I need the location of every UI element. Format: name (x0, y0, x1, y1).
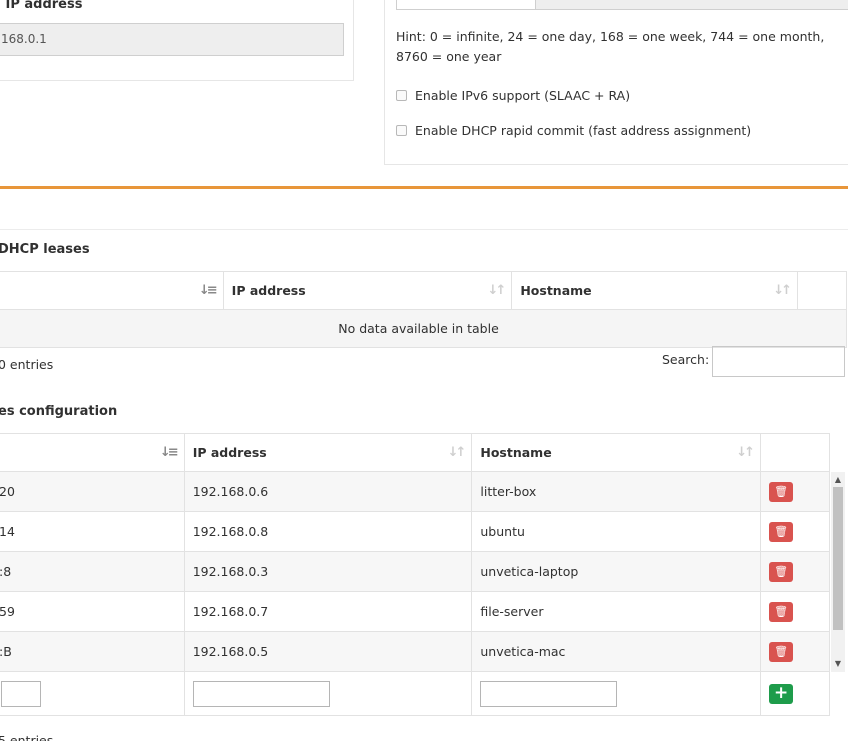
trash-icon: 🗑 (774, 604, 789, 618)
table-row: 14 192.168.0.8 ubuntu 🗑 (0, 511, 830, 552)
mac-cell: 20 (0, 471, 185, 512)
leases-col-hostname[interactable]: Hostname ↓↑ (511, 271, 799, 310)
ip-cell: 192.168.0.3 (183, 551, 473, 592)
rapid-commit-row[interactable]: Enable DHCP rapid commit (fast address a… (396, 123, 751, 138)
sort-icon: ↓↑ (487, 283, 507, 298)
sort-icon: ↓↑ (736, 445, 755, 460)
lease-time-select[interactable] (396, 0, 848, 10)
static-col-hostname[interactable]: Hostname ↓↑ (471, 433, 762, 472)
ip-cell: 192.168.0.5 (183, 631, 473, 672)
static-leases-info: 5 entries (0, 733, 54, 741)
mac-cell: :8 (0, 551, 185, 592)
table-row: :B 192.168.0.5 unvetica-mac 🗑 (0, 631, 830, 672)
delete-button[interactable]: 🗑 (769, 601, 794, 622)
new-hostname-input[interactable] (480, 680, 618, 707)
section-divider-thin (0, 229, 848, 230)
hostname-cell: unvetica-laptop (471, 551, 762, 592)
leases-table: ↓≡ IP address ↓↑ Hostname ↓↑ No data ava… (0, 271, 847, 348)
trash-icon: 🗑 (774, 644, 789, 658)
delete-button[interactable]: 🗑 (769, 641, 794, 662)
hostname-cell: unvetica-mac (471, 631, 762, 672)
rapid-commit-label: Enable DHCP rapid commit (fast address a… (415, 123, 752, 138)
mac-cell: 14 (0, 511, 185, 552)
trash-icon: 🗑 (774, 524, 789, 538)
ip-address-input[interactable]: 168.0.1 (0, 23, 344, 56)
add-button[interactable]: + (769, 682, 794, 704)
leases-title: DHCP leases (0, 242, 90, 257)
sort-amount-asc-icon: ↓≡ (198, 283, 218, 298)
mac-cell: 59 (0, 591, 185, 632)
sort-icon: ↓↑ (447, 445, 467, 460)
add-row: + (0, 671, 830, 716)
scroll-up-icon[interactable]: ▲ (831, 473, 845, 487)
rapid-commit-checkbox[interactable] (396, 125, 407, 136)
ipv6-support-checkbox[interactable] (396, 90, 407, 101)
leases-col-mac[interactable]: ↓≡ (0, 271, 224, 310)
leases-col-actions (797, 271, 847, 310)
hostname-cell: ubuntu (471, 511, 762, 552)
ipv6-support-row[interactable]: Enable IPv6 support (SLAAC + RA) (396, 88, 630, 103)
sort-amount-asc-icon: ↓≡ (159, 445, 179, 460)
plus-icon: + (773, 682, 789, 703)
scroll-down-icon[interactable]: ▼ (831, 657, 845, 671)
static-col-ip[interactable]: IP address ↓↑ (183, 433, 473, 472)
static-leases-title: es configuration (0, 404, 118, 419)
leases-col-ip[interactable]: IP address ↓↑ (222, 271, 513, 310)
table-row: 20 192.168.0.6 litter-box 🗑 (0, 471, 830, 512)
dhcp-settings-panel-right (384, 0, 848, 165)
ip-cell: 192.168.0.8 (183, 511, 473, 552)
ip-cell: 192.168.0.7 (183, 591, 473, 632)
ip-cell: 192.168.0.6 (183, 471, 473, 512)
table-row: :8 192.168.0.3 unvetica-laptop 🗑 (0, 551, 830, 592)
search-input[interactable] (712, 346, 845, 377)
delete-button[interactable]: 🗑 (769, 561, 794, 582)
static-leases-table: ↓≡ IP address ↓↑ Hostname ↓↑ 20 192.168.… (0, 433, 830, 716)
leases-info: 0 entries (0, 357, 54, 372)
delete-button[interactable]: 🗑 (769, 481, 794, 502)
lease-time-hint: Hint: 0 = infinite, 24 = one day, 168 = … (396, 29, 825, 64)
ipv6-support-label: Enable IPv6 support (SLAAC + RA) (415, 88, 631, 103)
trash-icon: 🗑 (774, 564, 789, 578)
new-ip-input[interactable] (192, 680, 330, 707)
search-label: Search: (662, 352, 710, 367)
hostname-cell: litter-box (471, 471, 762, 512)
leases-empty-message: No data available in table (0, 309, 847, 348)
static-col-mac[interactable]: ↓≡ (0, 433, 185, 472)
section-divider (0, 186, 848, 189)
table-scrollbar-thumb[interactable] (833, 487, 843, 630)
new-mac-input[interactable] (1, 680, 41, 707)
ip-address-label: ) IP address (0, 0, 83, 12)
static-col-actions (760, 433, 830, 472)
table-row: 59 192.168.0.7 file-server 🗑 (0, 591, 830, 632)
delete-button[interactable]: 🗑 (769, 521, 794, 542)
sort-icon: ↓↑ (773, 283, 792, 298)
hostname-cell: file-server (471, 591, 762, 632)
trash-icon: 🗑 (774, 484, 789, 498)
mac-cell: :B (0, 631, 185, 672)
